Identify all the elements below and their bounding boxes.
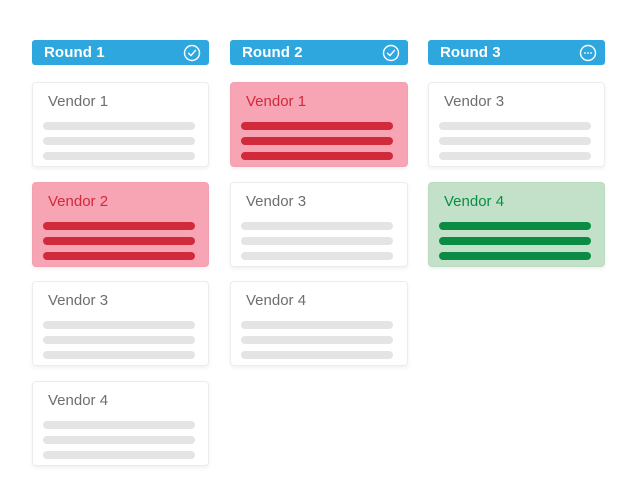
placeholder-line	[241, 137, 393, 145]
placeholder-line	[43, 451, 195, 459]
round-column-3: Round 3 Vendor 3 Vendor 4	[428, 40, 605, 267]
vendor-name: Vendor 3	[246, 193, 307, 210]
vendor-card[interactable]: Vendor 4	[32, 381, 209, 466]
round-title: Round 2	[242, 44, 303, 61]
vendor-name: Vendor 1	[246, 93, 307, 110]
placeholder-line	[241, 252, 393, 260]
round-column-2: Round 2 Vendor 1 Vendor 3 Vendor 4	[230, 40, 408, 366]
placeholder-line	[439, 237, 591, 245]
vendor-card[interactable]: Vendor 4	[230, 281, 408, 366]
placeholder-line	[43, 421, 195, 429]
more-circle-icon[interactable]	[579, 44, 597, 62]
placeholder-line	[43, 237, 195, 245]
placeholder-line	[43, 152, 195, 160]
check-circle-icon[interactable]	[183, 44, 201, 62]
vendor-name: Vendor 4	[48, 392, 109, 409]
vendor-card[interactable]: Vendor 3	[32, 281, 209, 366]
placeholder-line	[43, 336, 195, 344]
vendor-card-rejected[interactable]: Vendor 2	[32, 182, 209, 267]
placeholder-line	[241, 152, 393, 160]
placeholder-line	[241, 351, 393, 359]
placeholder-line	[241, 122, 393, 130]
placeholder-line	[439, 122, 591, 130]
placeholder-line	[241, 222, 393, 230]
vendor-card[interactable]: Vendor 3	[230, 182, 408, 267]
vendor-name: Vendor 4	[444, 193, 505, 210]
placeholder-line	[43, 222, 195, 230]
vendor-name: Vendor 3	[48, 292, 109, 309]
round-title: Round 1	[44, 44, 105, 61]
vendor-name: Vendor 1	[48, 93, 109, 110]
placeholder-line	[241, 237, 393, 245]
round-header-2[interactable]: Round 2	[230, 40, 408, 65]
placeholder-line	[439, 152, 591, 160]
placeholder-line	[43, 252, 195, 260]
round-header-1[interactable]: Round 1	[32, 40, 209, 65]
placeholder-line	[439, 252, 591, 260]
placeholder-line	[241, 321, 393, 329]
round-title: Round 3	[440, 44, 501, 61]
placeholder-line	[439, 222, 591, 230]
placeholder-line	[43, 436, 195, 444]
placeholder-line	[241, 336, 393, 344]
vendor-name: Vendor 4	[246, 292, 307, 309]
vendor-name: Vendor 2	[48, 193, 109, 210]
placeholder-line	[43, 122, 195, 130]
vendor-card[interactable]: Vendor 3	[428, 82, 605, 167]
placeholder-line	[43, 321, 195, 329]
placeholder-line	[439, 137, 591, 145]
vendor-name: Vendor 3	[444, 93, 505, 110]
placeholder-line	[43, 137, 195, 145]
vendor-card-rejected[interactable]: Vendor 1	[230, 82, 408, 167]
vendor-card[interactable]: Vendor 1	[32, 82, 209, 167]
placeholder-line	[43, 351, 195, 359]
round-header-3[interactable]: Round 3	[428, 40, 605, 65]
vendor-card-selected[interactable]: Vendor 4	[428, 182, 605, 267]
round-column-1: Round 1 Vendor 1 Vendor 2 Vendor 3 Vendo…	[32, 40, 209, 466]
check-circle-icon[interactable]	[382, 44, 400, 62]
